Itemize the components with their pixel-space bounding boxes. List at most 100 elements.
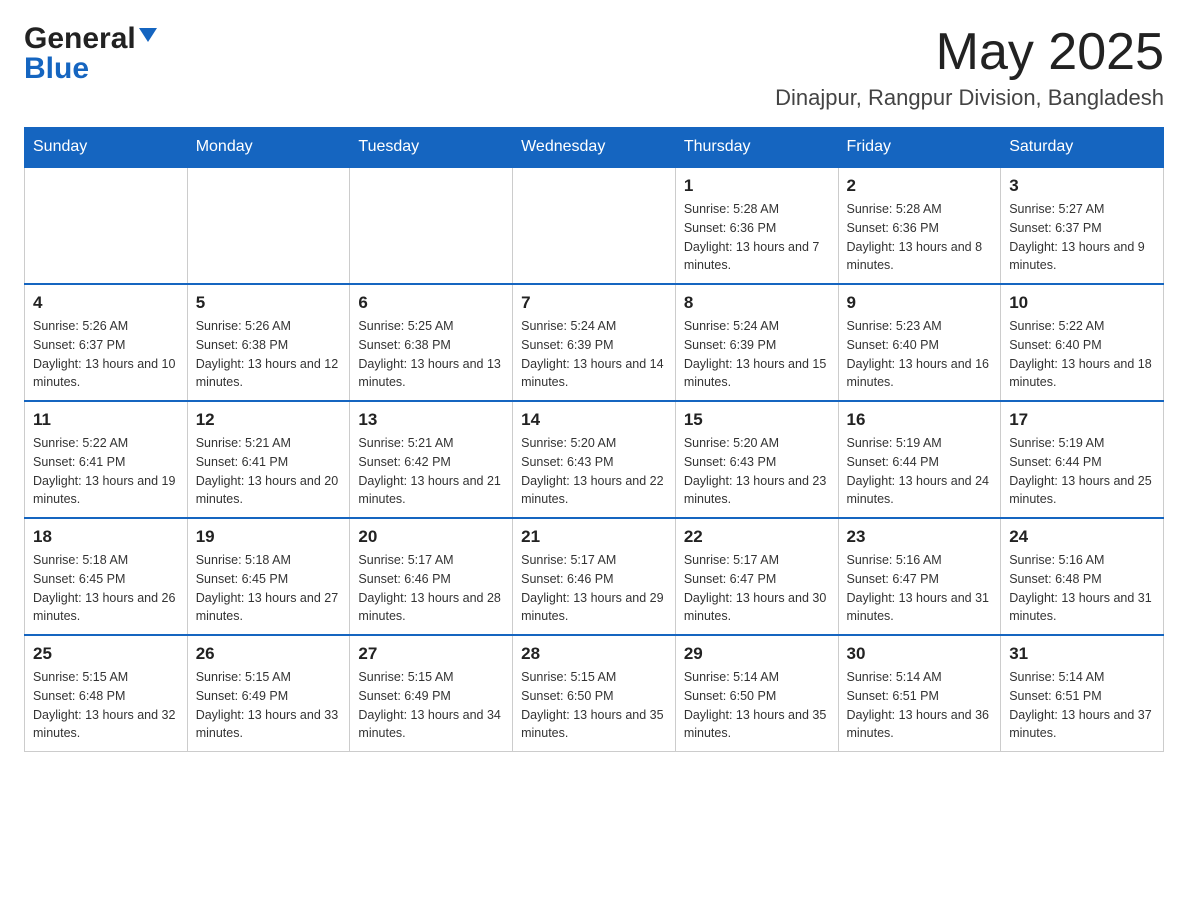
day-number: 21 (521, 527, 667, 547)
day-info: Sunrise: 5:14 AMSunset: 6:51 PMDaylight:… (847, 668, 993, 743)
calendar-cell: 8 Sunrise: 5:24 AMSunset: 6:39 PMDaylight… (675, 284, 838, 401)
day-number: 20 (358, 527, 504, 547)
calendar-cell: 28Sunrise: 5:15 AMSunset: 6:50 PMDayligh… (513, 635, 676, 752)
day-number: 24 (1009, 527, 1155, 547)
week-row-1: 1 Sunrise: 5:28 AMSunset: 6:36 PMDaylight… (25, 167, 1164, 284)
day-number: 2 (847, 176, 993, 196)
calendar-cell: 18 Sunrise: 5:18 AMSunset: 6:45 PMDayligh… (25, 518, 188, 635)
day-number: 17 (1009, 410, 1155, 430)
calendar-cell: 1 Sunrise: 5:28 AMSunset: 6:36 PMDaylight… (675, 167, 838, 284)
weekday-header-monday: Monday (187, 128, 350, 168)
day-number: 13 (358, 410, 504, 430)
day-info: Sunrise: 5:15 AMSunset: 6:49 PMDaylight:… (358, 668, 504, 743)
day-number: 14 (521, 410, 667, 430)
day-info: Sunrise: 5:24 AMSunset: 6:39 PMDaylight:… (521, 317, 667, 392)
weekday-header-saturday: Saturday (1001, 128, 1164, 168)
calendar-cell: 6 Sunrise: 5:25 AMSunset: 6:38 PMDaylight… (350, 284, 513, 401)
calendar-cell: 12Sunrise: 5:21 AMSunset: 6:41 PMDayligh… (187, 401, 350, 518)
title-block: May 2025 Dinajpur, Rangpur Division, Ban… (775, 24, 1164, 111)
calendar-cell (187, 167, 350, 284)
day-number: 11 (33, 410, 179, 430)
day-info: Sunrise: 5:17 AMSunset: 6:46 PMDaylight:… (521, 551, 667, 626)
calendar-cell: 25 Sunrise: 5:15 AMSunset: 6:48 PMDayligh… (25, 635, 188, 752)
day-info: Sunrise: 5:22 AMSunset: 6:41 PMDaylight:… (33, 434, 179, 509)
day-info: Sunrise: 5:24 AMSunset: 6:39 PMDaylight:… (684, 317, 830, 392)
calendar-cell: 24 Sunrise: 5:16 AMSunset: 6:48 PMDayligh… (1001, 518, 1164, 635)
weekday-header-thursday: Thursday (675, 128, 838, 168)
calendar-table: SundayMondayTuesdayWednesdayThursdayFrid… (24, 127, 1164, 752)
weekday-header-wednesday: Wednesday (513, 128, 676, 168)
day-info: Sunrise: 5:26 AMSunset: 6:38 PMDaylight:… (196, 317, 342, 392)
day-info: Sunrise: 5:17 AMSunset: 6:47 PMDaylight:… (684, 551, 830, 626)
day-info: Sunrise: 5:18 AMSunset: 6:45 PMDaylight:… (33, 551, 179, 626)
day-info: Sunrise: 5:16 AMSunset: 6:48 PMDaylight:… (1009, 551, 1155, 626)
weekday-header-tuesday: Tuesday (350, 128, 513, 168)
calendar-cell: 19 Sunrise: 5:18 AMSunset: 6:45 PMDayligh… (187, 518, 350, 635)
logo-general-text: General (24, 24, 136, 54)
day-number: 25 (33, 644, 179, 664)
calendar-cell: 23 Sunrise: 5:16 AMSunset: 6:47 PMDayligh… (838, 518, 1001, 635)
day-number: 27 (358, 644, 504, 664)
calendar-cell: 21 Sunrise: 5:17 AMSunset: 6:46 PMDayligh… (513, 518, 676, 635)
day-info: Sunrise: 5:17 AMSunset: 6:46 PMDaylight:… (358, 551, 504, 626)
day-number: 12 (196, 410, 342, 430)
day-info: Sunrise: 5:14 AMSunset: 6:51 PMDaylight:… (1009, 668, 1155, 743)
day-number: 31 (1009, 644, 1155, 664)
day-number: 8 (684, 293, 830, 313)
calendar-cell: 3Sunrise: 5:27 AMSunset: 6:37 PMDaylight… (1001, 167, 1164, 284)
calendar-cell: 20 Sunrise: 5:17 AMSunset: 6:46 PMDayligh… (350, 518, 513, 635)
calendar-cell: 17 Sunrise: 5:19 AMSunset: 6:44 PMDayligh… (1001, 401, 1164, 518)
day-number: 3 (1009, 176, 1155, 196)
calendar-cell: 13 Sunrise: 5:21 AMSunset: 6:42 PMDayligh… (350, 401, 513, 518)
day-number: 26 (196, 644, 342, 664)
day-info: Sunrise: 5:28 AMSunset: 6:36 PMDaylight:… (684, 200, 830, 275)
day-number: 5 (196, 293, 342, 313)
logo-blue-text: Blue (24, 54, 89, 84)
day-info: Sunrise: 5:15 AMSunset: 6:49 PMDaylight:… (196, 668, 342, 743)
calendar-cell: 7 Sunrise: 5:24 AMSunset: 6:39 PMDaylight… (513, 284, 676, 401)
day-number: 9 (847, 293, 993, 313)
day-info: Sunrise: 5:15 AMSunset: 6:48 PMDaylight:… (33, 668, 179, 743)
day-number: 15 (684, 410, 830, 430)
week-row-4: 18 Sunrise: 5:18 AMSunset: 6:45 PMDayligh… (25, 518, 1164, 635)
weekday-header-friday: Friday (838, 128, 1001, 168)
calendar-cell: 14Sunrise: 5:20 AMSunset: 6:43 PMDayligh… (513, 401, 676, 518)
calendar-cell: 11 Sunrise: 5:22 AMSunset: 6:41 PMDayligh… (25, 401, 188, 518)
calendar-cell: 10 Sunrise: 5:22 AMSunset: 6:40 PMDayligh… (1001, 284, 1164, 401)
day-number: 1 (684, 176, 830, 196)
day-info: Sunrise: 5:18 AMSunset: 6:45 PMDaylight:… (196, 551, 342, 626)
calendar-cell (350, 167, 513, 284)
calendar-cell: 15Sunrise: 5:20 AMSunset: 6:43 PMDayligh… (675, 401, 838, 518)
day-info: Sunrise: 5:15 AMSunset: 6:50 PMDaylight:… (521, 668, 667, 743)
day-number: 7 (521, 293, 667, 313)
day-number: 23 (847, 527, 993, 547)
calendar-cell: 29Sunrise: 5:14 AMSunset: 6:50 PMDayligh… (675, 635, 838, 752)
calendar-cell: 2 Sunrise: 5:28 AMSunset: 6:36 PMDaylight… (838, 167, 1001, 284)
calendar-cell: 31 Sunrise: 5:14 AMSunset: 6:51 PMDayligh… (1001, 635, 1164, 752)
day-info: Sunrise: 5:21 AMSunset: 6:42 PMDaylight:… (358, 434, 504, 509)
month-title: May 2025 (775, 24, 1164, 81)
day-info: Sunrise: 5:22 AMSunset: 6:40 PMDaylight:… (1009, 317, 1155, 392)
day-number: 18 (33, 527, 179, 547)
calendar-cell: 30 Sunrise: 5:14 AMSunset: 6:51 PMDayligh… (838, 635, 1001, 752)
calendar-cell: 5 Sunrise: 5:26 AMSunset: 6:38 PMDaylight… (187, 284, 350, 401)
logo: General Blue (24, 24, 157, 84)
week-row-3: 11 Sunrise: 5:22 AMSunset: 6:41 PMDayligh… (25, 401, 1164, 518)
day-number: 10 (1009, 293, 1155, 313)
calendar-cell: 26 Sunrise: 5:15 AMSunset: 6:49 PMDayligh… (187, 635, 350, 752)
calendar-cell: 4Sunrise: 5:26 AMSunset: 6:37 PMDaylight… (25, 284, 188, 401)
day-info: Sunrise: 5:14 AMSunset: 6:50 PMDaylight:… (684, 668, 830, 743)
day-number: 6 (358, 293, 504, 313)
day-info: Sunrise: 5:16 AMSunset: 6:47 PMDaylight:… (847, 551, 993, 626)
day-info: Sunrise: 5:28 AMSunset: 6:36 PMDaylight:… (847, 200, 993, 275)
week-row-2: 4Sunrise: 5:26 AMSunset: 6:37 PMDaylight… (25, 284, 1164, 401)
day-info: Sunrise: 5:19 AMSunset: 6:44 PMDaylight:… (1009, 434, 1155, 509)
day-number: 30 (847, 644, 993, 664)
day-info: Sunrise: 5:19 AMSunset: 6:44 PMDaylight:… (847, 434, 993, 509)
calendar-cell: 9Sunrise: 5:23 AMSunset: 6:40 PMDaylight… (838, 284, 1001, 401)
calendar-cell (25, 167, 188, 284)
day-info: Sunrise: 5:25 AMSunset: 6:38 PMDaylight:… (358, 317, 504, 392)
calendar-cell: 22Sunrise: 5:17 AMSunset: 6:47 PMDayligh… (675, 518, 838, 635)
day-number: 19 (196, 527, 342, 547)
week-row-5: 25 Sunrise: 5:15 AMSunset: 6:48 PMDayligh… (25, 635, 1164, 752)
